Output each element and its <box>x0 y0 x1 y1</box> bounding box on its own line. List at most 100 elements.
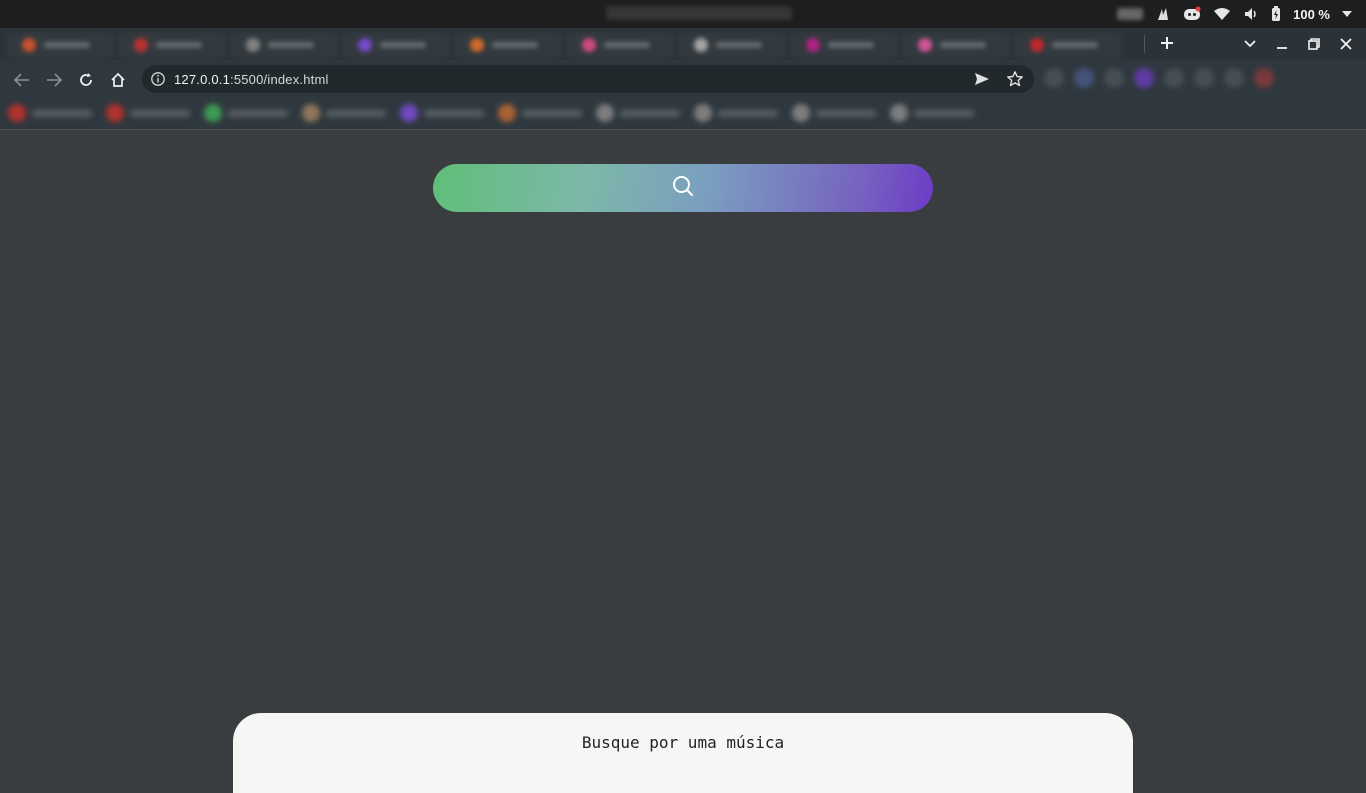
bookmark-list <box>8 104 974 122</box>
extension-icon[interactable] <box>1254 68 1274 88</box>
bookmark-label-blurred <box>326 109 386 117</box>
bookmark-favicon-icon <box>204 104 222 122</box>
tab-favicon-icon <box>470 38 484 52</box>
tab-title-blurred <box>380 42 426 48</box>
bookmark-item[interactable] <box>106 104 190 122</box>
empty-results-message: Busque por uma música <box>581 733 785 752</box>
restore-button[interactable] <box>1302 30 1326 58</box>
close-window-button[interactable] <box>1334 30 1358 58</box>
tray-item-blurred[interactable] <box>1117 8 1144 20</box>
address-bar[interactable]: 127.0.0.1:5500/index.html <box>142 65 1034 93</box>
bookmark-star-icon[interactable] <box>1006 70 1024 91</box>
bookmark-favicon-icon <box>498 104 516 122</box>
search-button[interactable] <box>433 164 933 212</box>
tab-title-blurred <box>604 42 650 48</box>
tab-favicon-icon <box>134 38 148 52</box>
bookmark-item[interactable] <box>792 104 876 122</box>
tab-list-dropdown-icon[interactable] <box>1238 30 1262 58</box>
browser-tab[interactable] <box>902 32 1010 58</box>
bookmark-label-blurred <box>914 109 974 117</box>
url-text[interactable]: 127.0.0.1:5500/index.html <box>174 72 329 87</box>
tab-favicon-icon <box>22 38 36 52</box>
extension-icon[interactable] <box>1194 68 1214 88</box>
extension-icon[interactable] <box>1044 68 1064 88</box>
extensions-area <box>1044 68 1274 88</box>
tab-favicon-icon <box>806 38 820 52</box>
bookmark-label-blurred <box>228 109 288 117</box>
send-to-device-icon[interactable] <box>974 71 990 90</box>
bookmark-item[interactable] <box>8 104 92 122</box>
bookmarks-bar <box>0 98 1366 130</box>
browser-tab[interactable] <box>342 32 450 58</box>
reload-button[interactable] <box>73 67 99 93</box>
extension-icon[interactable] <box>1074 68 1094 88</box>
discord-icon[interactable] <box>1183 6 1201 22</box>
bookmark-label-blurred <box>620 109 680 117</box>
extension-icon[interactable] <box>1134 68 1154 88</box>
extension-icon[interactable] <box>1104 68 1124 88</box>
bookmark-favicon-icon <box>694 104 712 122</box>
bookmark-label-blurred <box>424 109 484 117</box>
browser-tab[interactable] <box>118 32 226 58</box>
wifi-icon[interactable] <box>1213 6 1231 22</box>
bookmark-favicon-icon <box>400 104 418 122</box>
window-controls <box>1238 30 1358 58</box>
bookmark-favicon-icon <box>890 104 908 122</box>
back-button[interactable] <box>9 67 35 93</box>
tab-title-blurred <box>940 42 986 48</box>
battery-icon[interactable] <box>1271 6 1281 22</box>
site-info-icon[interactable] <box>150 71 166 87</box>
tab-title-blurred <box>44 42 90 48</box>
new-tab-button[interactable] <box>1156 32 1178 54</box>
system-tray: 100 % <box>1117 0 1352 28</box>
tab-favicon-icon <box>918 38 932 52</box>
url-path: :5500/index.html <box>230 72 329 87</box>
browser-tab[interactable] <box>1014 32 1122 58</box>
tab-title-blurred <box>268 42 314 48</box>
tab-favicon-icon <box>694 38 708 52</box>
bookmark-item[interactable] <box>204 104 288 122</box>
minimize-button[interactable] <box>1270 30 1294 58</box>
bookmark-favicon-icon <box>106 104 124 122</box>
bookmark-item[interactable] <box>694 104 778 122</box>
bookmark-item[interactable] <box>596 104 680 122</box>
browser-tab[interactable] <box>790 32 898 58</box>
forward-button[interactable] <box>41 67 67 93</box>
bookmark-favicon-icon <box>596 104 614 122</box>
tab-title-blurred <box>492 42 538 48</box>
tab-title-blurred <box>1052 42 1098 48</box>
bookmark-item[interactable] <box>890 104 974 122</box>
bookmark-item[interactable] <box>302 104 386 122</box>
volume-icon[interactable] <box>1243 6 1259 22</box>
bookmark-favicon-icon <box>8 104 26 122</box>
browser-tab[interactable] <box>454 32 562 58</box>
browser-tab[interactable] <box>6 32 114 58</box>
bookmark-label-blurred <box>130 109 190 117</box>
bookmark-label-blurred <box>718 109 778 117</box>
browser-tab[interactable] <box>230 32 338 58</box>
browser-tab[interactable] <box>678 32 786 58</box>
bookmark-label-blurred <box>816 109 876 117</box>
app-flame-icon[interactable] <box>1155 6 1171 22</box>
extension-icon[interactable] <box>1224 68 1244 88</box>
results-panel: Busque por uma música <box>233 713 1133 793</box>
tab-list <box>6 32 1122 58</box>
home-button[interactable] <box>105 67 131 93</box>
bookmark-favicon-icon <box>792 104 810 122</box>
tab-favicon-icon <box>1030 38 1044 52</box>
tray-menu-arrow-icon[interactable] <box>1342 11 1352 17</box>
tab-favicon-icon <box>358 38 372 52</box>
bookmark-item[interactable] <box>400 104 484 122</box>
browser-tab[interactable] <box>566 32 674 58</box>
search-icon <box>671 174 695 203</box>
battery-percent[interactable]: 100 % <box>1293 7 1330 22</box>
tab-favicon-icon <box>246 38 260 52</box>
tab-favicon-icon <box>582 38 596 52</box>
extension-icon[interactable] <box>1164 68 1184 88</box>
url-host: 127.0.0.1 <box>174 72 231 87</box>
bookmark-label-blurred <box>32 109 92 117</box>
bookmark-label-blurred <box>522 109 582 117</box>
browser-toolbar: 127.0.0.1:5500/index.html <box>0 60 1366 98</box>
tab-title-blurred <box>156 42 202 48</box>
bookmark-item[interactable] <box>498 104 582 122</box>
